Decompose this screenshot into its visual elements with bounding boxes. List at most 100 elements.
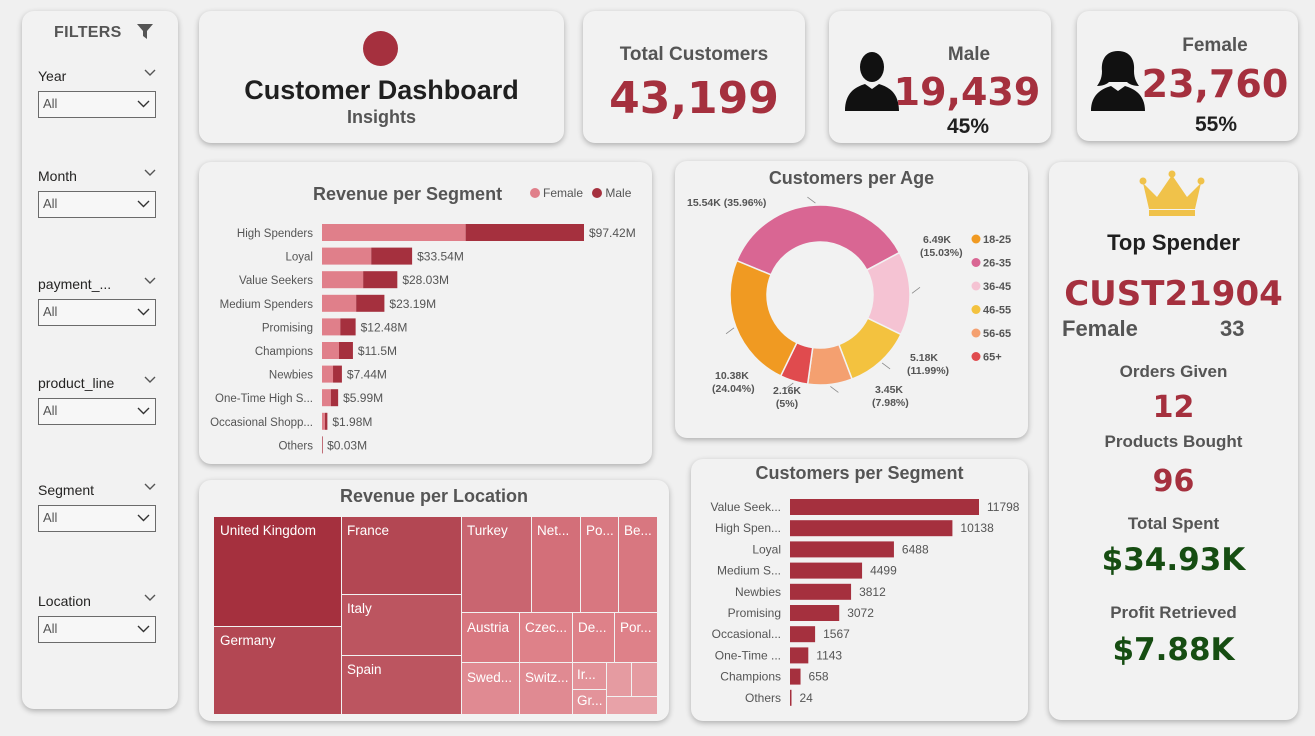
treemap-tile[interactable]: Be...	[619, 517, 657, 612]
bar[interactable]	[790, 583, 852, 600]
treemap-tile[interactable]: De...	[573, 613, 614, 662]
bar-segment[interactable]	[322, 318, 341, 336]
bar-segment[interactable]	[322, 389, 331, 407]
data-label: 24	[800, 691, 814, 705]
bar[interactable]	[790, 562, 863, 579]
category-label: Occasional...	[712, 627, 781, 641]
month-dropdown-value: All	[43, 196, 58, 211]
chevron-down-icon	[137, 407, 150, 415]
treemap-tile[interactable]: United Kingdom	[214, 517, 341, 626]
revenue-per-location-card: Revenue per Location United Kingdom Germ…	[199, 480, 669, 721]
bar-segment[interactable]	[338, 342, 353, 359]
data-label: $28.03M	[402, 273, 449, 287]
chevron-down-icon[interactable]	[144, 594, 156, 602]
bar[interactable]	[790, 605, 840, 621]
data-label: 1567	[823, 627, 850, 641]
bar-segment[interactable]	[322, 436, 323, 454]
leader-line	[725, 327, 735, 335]
treemap-tile[interactable]	[607, 697, 657, 714]
bar-segment[interactable]	[324, 412, 328, 430]
customers-per-segment-card: Customers per Segment Value Seek... 11798…	[691, 459, 1028, 721]
category-label: Newbies	[269, 370, 313, 382]
treemap-tile[interactable]: Po...	[581, 517, 618, 612]
bar-segment[interactable]	[322, 224, 466, 241]
male-value: 19,439	[893, 70, 1041, 114]
chevron-down-icon[interactable]	[144, 277, 156, 285]
bar[interactable]	[790, 520, 953, 537]
bar-segment[interactable]	[333, 365, 342, 383]
revenue-segment-legend: Female Male	[530, 186, 631, 200]
total-spent-value: $34.93K	[1101, 542, 1246, 578]
bar[interactable]	[790, 647, 809, 664]
bar-segment[interactable]	[322, 247, 372, 265]
chevron-down-icon[interactable]	[144, 376, 156, 384]
category-label: Others	[278, 440, 313, 452]
data-label: $0.03M	[327, 438, 367, 452]
slicer-label-segment: Segment	[38, 482, 95, 498]
treemap-tile[interactable]: Net...	[532, 517, 580, 612]
bar[interactable]	[790, 541, 894, 558]
donut-slice[interactable]	[735, 204, 901, 276]
filters-panel: FILTERS Year All Month All payment_... A…	[22, 11, 178, 709]
bar-segment[interactable]	[322, 412, 325, 430]
leader-line	[830, 386, 839, 393]
bar-segment[interactable]	[322, 365, 334, 383]
bar-segment[interactable]	[465, 224, 584, 241]
treemap-tile[interactable]: Austria	[462, 613, 519, 662]
segment-dropdown[interactable]: All	[38, 505, 156, 532]
treemap-tile[interactable]: Por...	[615, 613, 657, 662]
bar-segment[interactable]	[363, 271, 398, 289]
data-label: 10138	[960, 521, 994, 535]
bar-segment[interactable]	[322, 271, 364, 289]
treemap-tile[interactable]: Turkey	[462, 517, 531, 612]
legend-label: 65+	[983, 352, 1002, 364]
treemap-tile[interactable]: Czec...	[520, 613, 572, 662]
category-label: Occasional Shopp...	[210, 417, 313, 429]
customers-per-age-chart: 15.54K (35.96%) 6.49K(15.03%) 5.18K(11.99%…	[687, 196, 1011, 410]
chevron-down-icon	[137, 200, 150, 208]
data-label: $12.48M	[361, 320, 408, 334]
bar-segment[interactable]	[330, 389, 339, 407]
treemap-tile[interactable]	[607, 663, 631, 696]
bar-segment[interactable]	[371, 247, 413, 265]
category-label: Champions	[255, 346, 313, 358]
location-dropdown[interactable]: All	[38, 616, 156, 643]
chevron-down-icon[interactable]	[144, 483, 156, 491]
treemap-label: Spain	[347, 662, 382, 677]
year-dropdown[interactable]: All	[38, 91, 156, 118]
bar-segment[interactable]	[322, 342, 339, 359]
chevron-down-icon[interactable]	[144, 69, 156, 77]
chevron-down-icon[interactable]	[144, 169, 156, 177]
slice-label-pct: (5%)	[776, 398, 798, 410]
treemap-tile[interactable]: Switz...	[520, 663, 572, 714]
female-percent: 55%	[1195, 113, 1238, 136]
treemap-tile[interactable]: Germany	[214, 627, 341, 714]
donut-slice[interactable]	[729, 259, 798, 377]
product-line-dropdown[interactable]: All	[38, 398, 156, 425]
bar[interactable]	[790, 499, 979, 515]
category-label: Promising	[728, 606, 781, 620]
chevron-down-icon	[137, 100, 150, 108]
chevron-down-icon	[137, 514, 150, 522]
treemap-tile[interactable]: Ir...	[573, 663, 606, 689]
treemap-tile[interactable]: Gr...	[573, 690, 606, 714]
treemap-label: Net...	[537, 523, 570, 538]
bar-segment[interactable]	[322, 294, 357, 312]
month-dropdown[interactable]: All	[38, 191, 156, 218]
bar-segment[interactable]	[340, 318, 356, 336]
treemap-tile[interactable]: Italy	[342, 595, 461, 655]
bar[interactable]	[790, 689, 792, 706]
treemap-tile[interactable]: Swed...	[462, 663, 519, 714]
treemap-tile[interactable]: Spain	[342, 656, 461, 714]
bar-segment[interactable]	[356, 294, 385, 312]
category-label: Newbies	[735, 585, 781, 599]
revenue-per-location-treemap: United Kingdom Germany France Italy Spai…	[214, 517, 657, 714]
revenue-per-segment-chart: High Spenders $97.42M Loyal $33.54M Value Se…	[210, 224, 636, 454]
category-label: One-Time High S...	[215, 393, 313, 405]
payment-dropdown[interactable]: All	[38, 299, 156, 326]
bar[interactable]	[790, 668, 801, 685]
treemap-tile[interactable]	[632, 663, 657, 696]
slicer-product-line: product_line All	[38, 372, 160, 425]
bar[interactable]	[790, 626, 816, 643]
treemap-tile[interactable]: France	[342, 517, 461, 594]
